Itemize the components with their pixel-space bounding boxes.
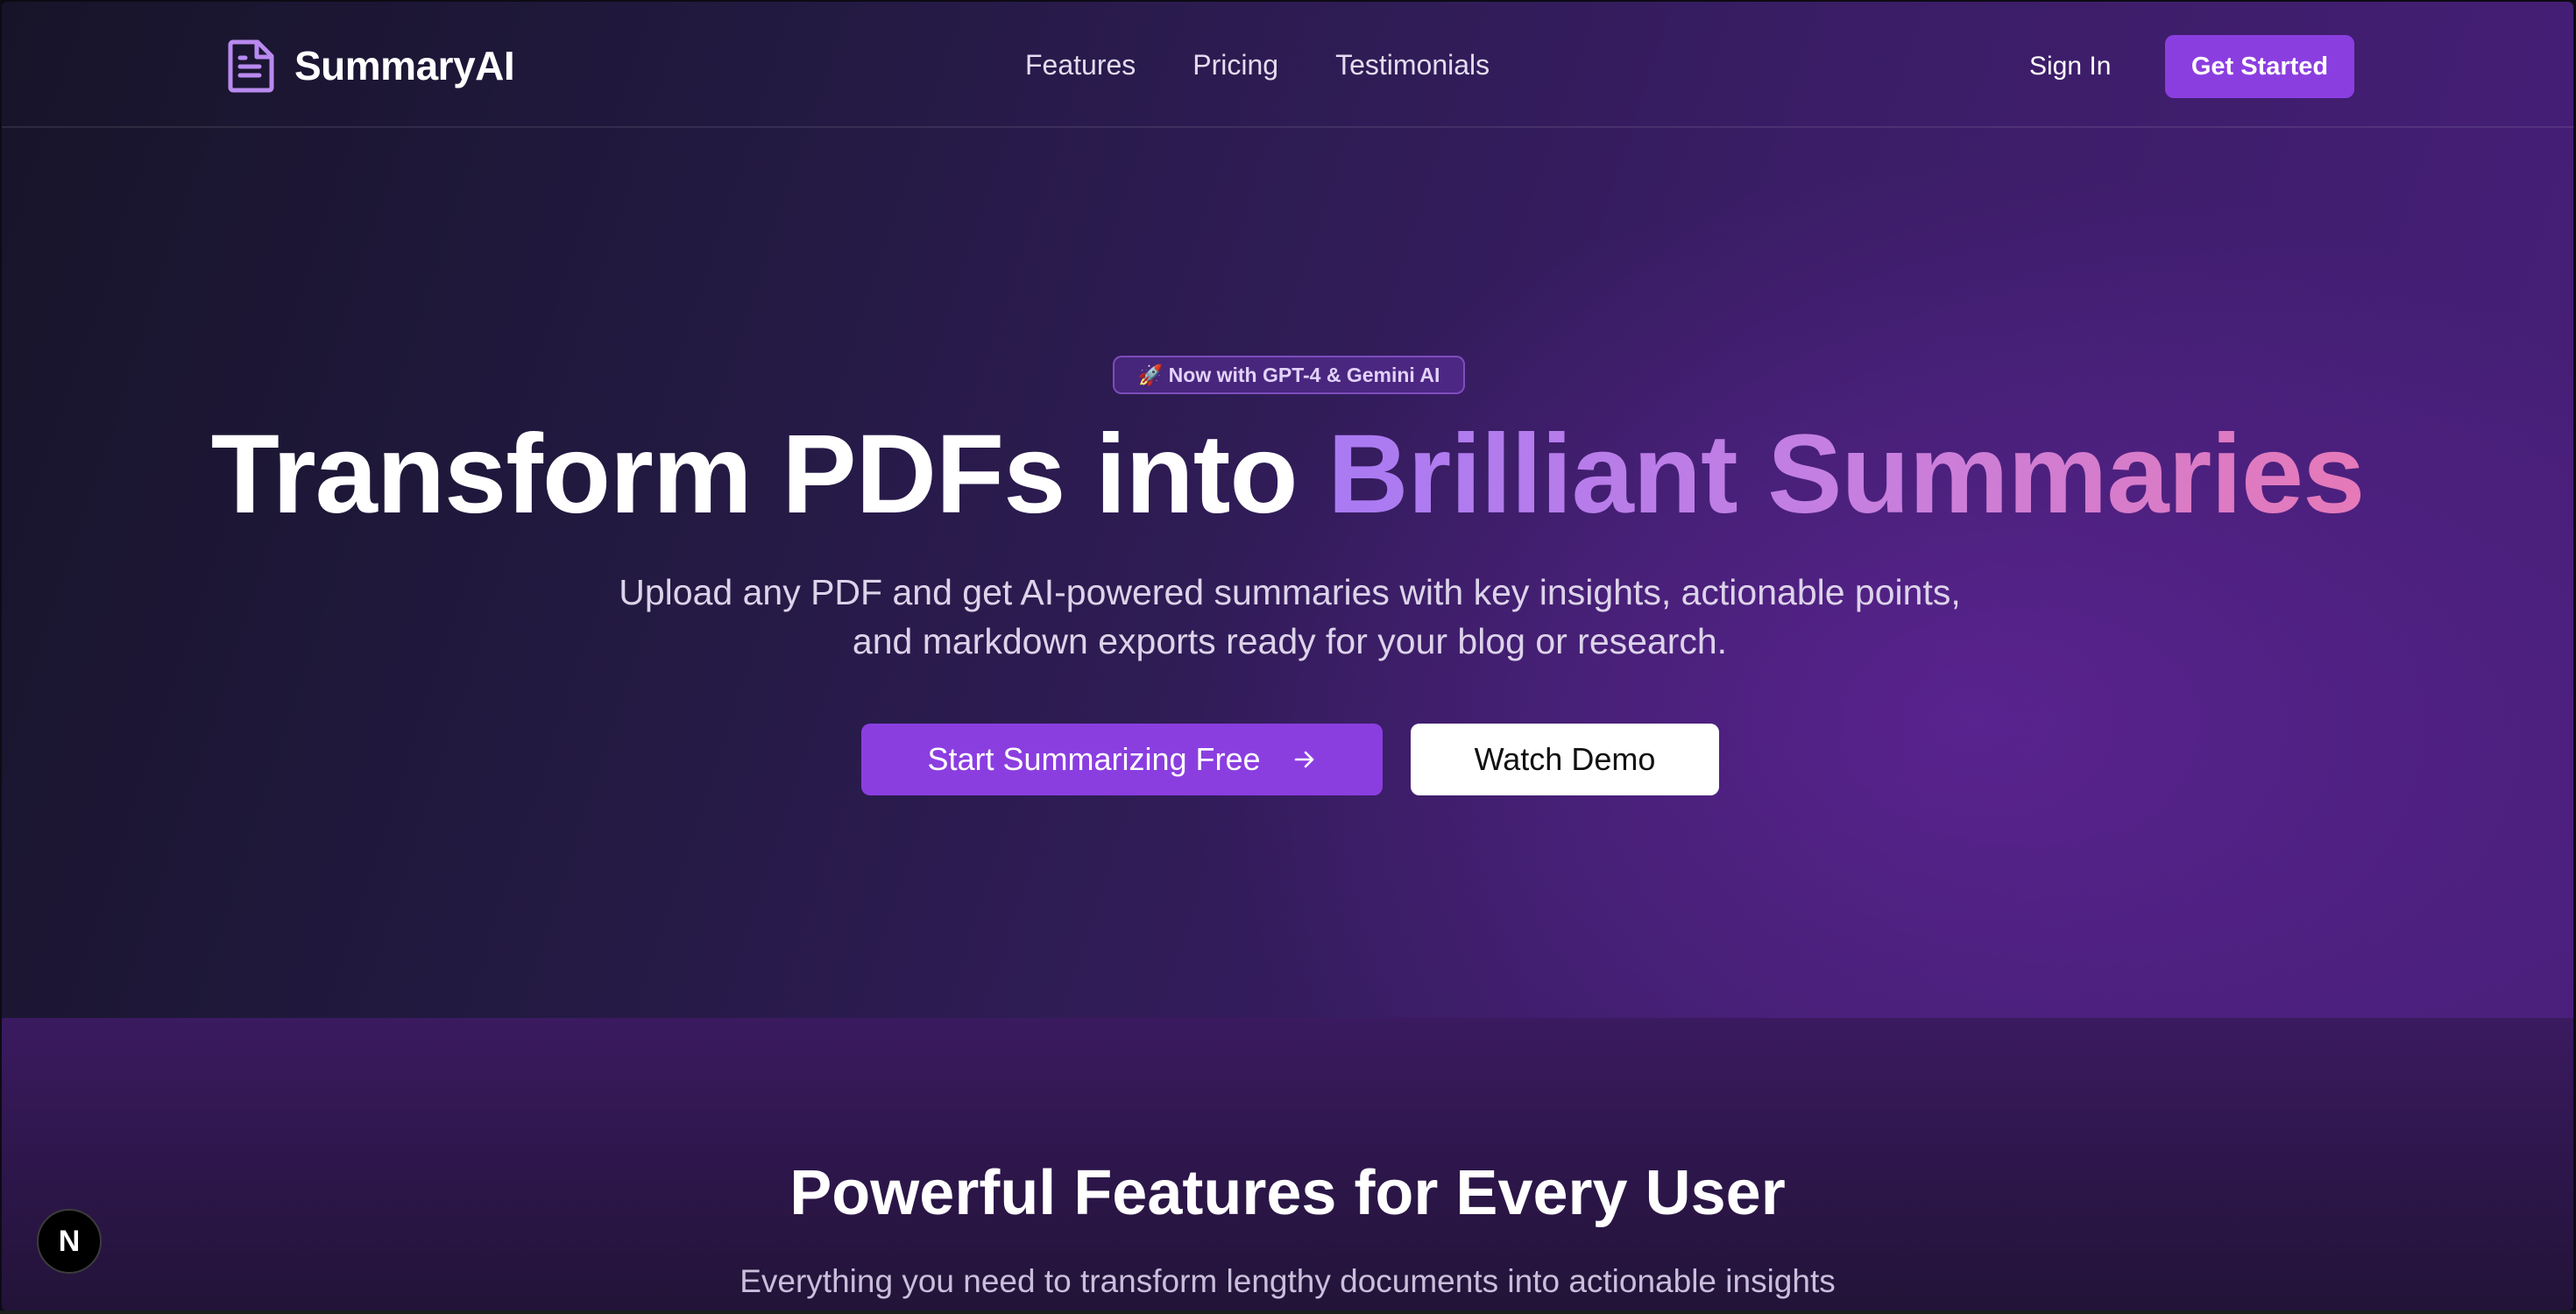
start-summarizing-button[interactable]: Start Summarizing Free (861, 724, 1383, 795)
announcement-badge: 🚀 Now with GPT-4 & Gemini AI (1113, 356, 1465, 394)
app-window: SummaryAI Features Pricing Testimonials … (2, 2, 2573, 1310)
hero-title-accent: Brilliant Summaries (1327, 412, 2365, 537)
hero-subtitle: Upload any PDF and get AI-powered summar… (619, 572, 1961, 661)
watch-demo-button[interactable]: Watch Demo (1411, 724, 1719, 795)
nextjs-icon[interactable]: N (37, 1209, 102, 1274)
hero-title-plain: Transform PDFs into (210, 412, 1328, 537)
top-navbar: SummaryAI Features Pricing Testimonials … (2, 2, 2573, 128)
get-started-button[interactable]: Get Started (2165, 35, 2354, 98)
brand-name: SummaryAI (294, 43, 515, 88)
nav-links: Features Pricing Testimonials (1025, 47, 1546, 82)
start-summarizing-label: Start Summarizing Free (927, 741, 1261, 777)
nav-link-features[interactable]: Features (1025, 47, 1136, 82)
sign-in-link[interactable]: Sign In (2029, 49, 2111, 84)
nav-link-testimonials[interactable]: Testimonials (1335, 47, 1490, 82)
hero-title: Transform PDFs into Brilliant Summaries (2, 413, 2573, 536)
arrow-right-icon (1294, 751, 1313, 768)
nav-link-pricing[interactable]: Pricing (1192, 47, 1278, 82)
desktop-strip (0, 1310, 2576, 1314)
features-title: Powerful Features for Every User (789, 1158, 1786, 1228)
brand-logo[interactable]: SummaryAI (228, 39, 515, 93)
features-subtitle: Everything you need to transform lengthy… (740, 1263, 1836, 1299)
document-icon (228, 39, 274, 93)
